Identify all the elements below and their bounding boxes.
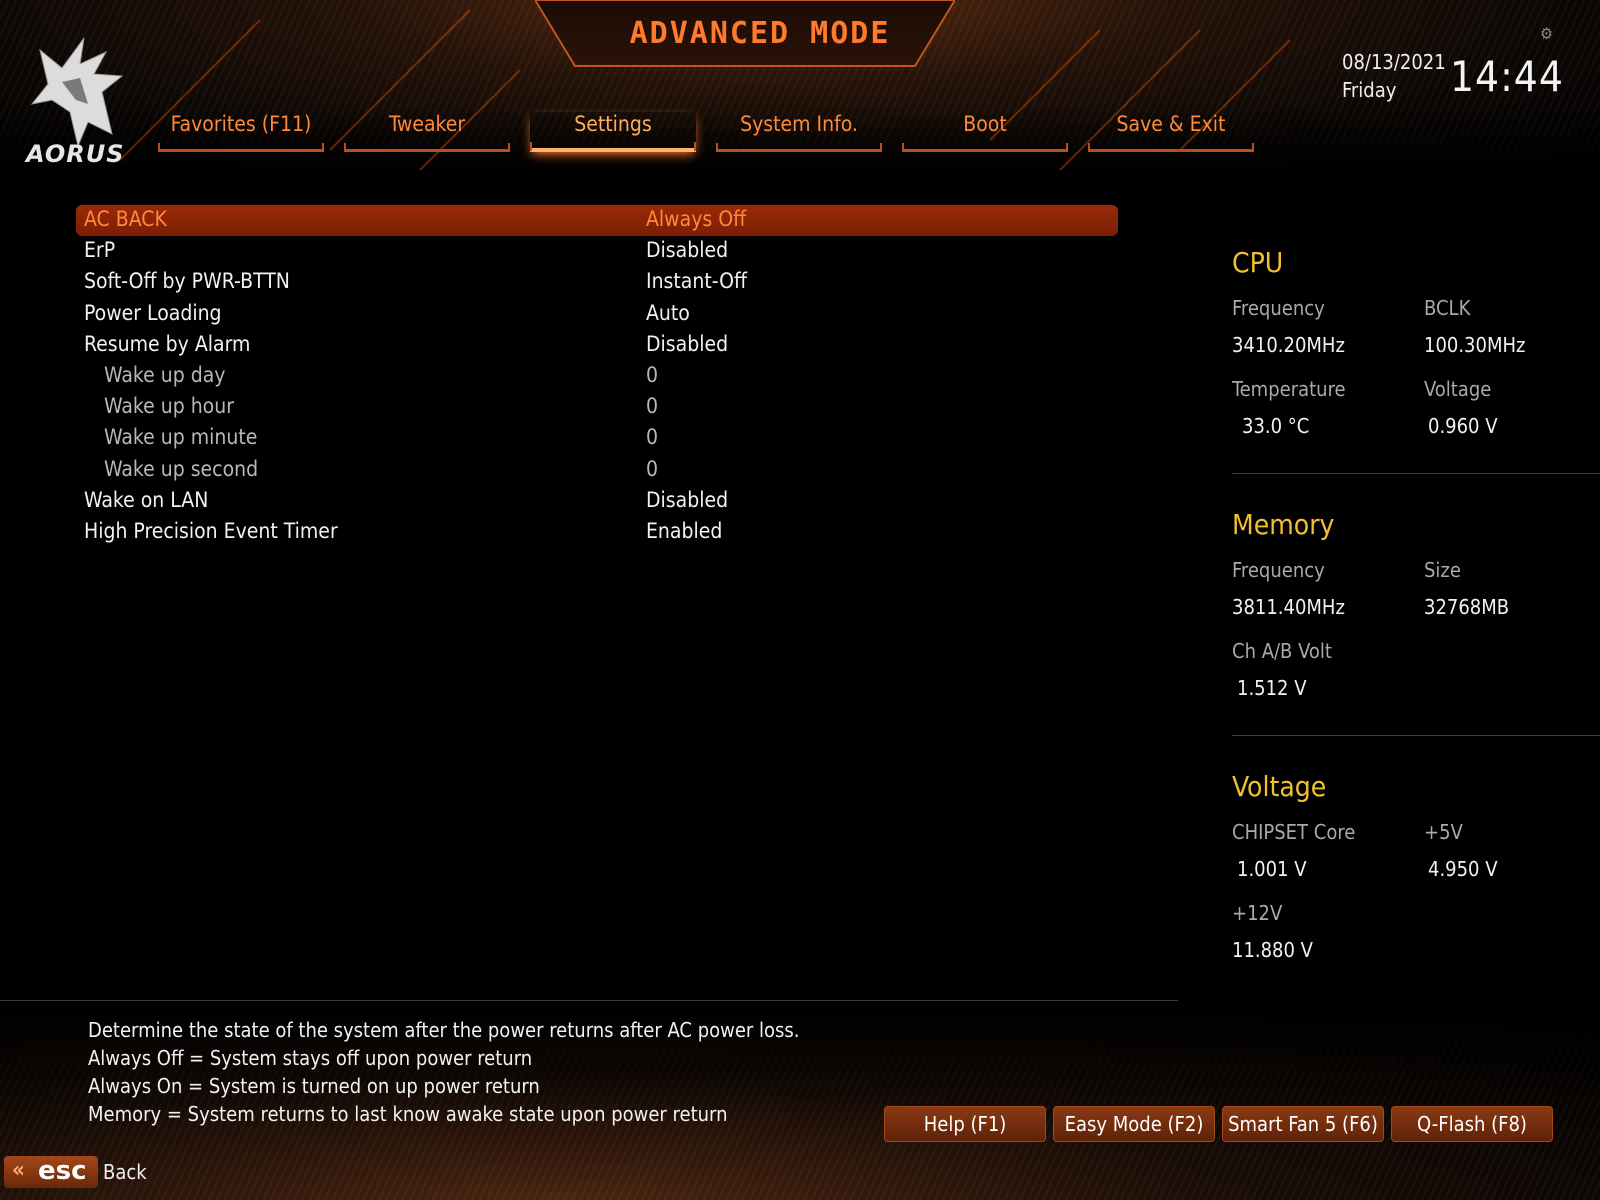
setting-value[interactable]: Enabled xyxy=(646,519,722,543)
cpu-bclk-value: 100.30MHz xyxy=(1424,333,1526,357)
setting-value[interactable]: Disabled xyxy=(646,238,728,262)
setting-row-wake-up-second: Wake up second 0 xyxy=(76,455,1118,486)
setting-value: 0 xyxy=(646,362,659,387)
setting-value[interactable]: Always Off xyxy=(646,207,746,231)
setting-row-hpet[interactable]: High Precision Event Timer Enabled xyxy=(76,517,1118,548)
plus-5v-label: +5V xyxy=(1424,820,1463,844)
memory-section-title: Memory xyxy=(1232,508,1335,541)
help-button[interactable]: Help (F1) xyxy=(884,1106,1046,1142)
panel-divider xyxy=(1232,473,1600,474)
cpu-section-title: CPU xyxy=(1232,246,1284,279)
cpu-frequency-label: Frequency xyxy=(1232,296,1325,320)
memory-chab-volt-label: Ch A/B Volt xyxy=(1232,639,1332,663)
tab-tweaker[interactable]: Tweaker xyxy=(344,112,510,152)
memory-chab-volt-value: 1.512 V xyxy=(1237,676,1307,700)
voltage-section-title: Voltage xyxy=(1232,770,1327,803)
day-display: Friday xyxy=(1342,78,1397,102)
setting-value[interactable]: Disabled xyxy=(646,488,728,512)
setting-row-ac-back[interactable]: AC BACK Always Off xyxy=(76,205,1118,237)
chipset-core-label: CHIPSET Core xyxy=(1232,820,1356,844)
page-title: ADVANCED MODE xyxy=(629,16,891,51)
setting-row-resume-by-alarm[interactable]: Resume by Alarm Disabled xyxy=(76,330,1118,361)
setting-value[interactable]: Instant-Off xyxy=(646,269,747,293)
cpu-voltage-value: 0.960 V xyxy=(1428,414,1498,438)
esc-button[interactable]: « esc xyxy=(4,1156,98,1188)
setting-label: Wake up minute xyxy=(104,425,258,450)
setting-label: Soft-Off by PWR-BTTN xyxy=(84,269,290,294)
memory-frequency-label: Frequency xyxy=(1232,558,1325,582)
q-flash-button[interactable]: Q-Flash (F8) xyxy=(1391,1106,1553,1142)
setting-label: High Precision Event Timer xyxy=(84,518,338,543)
setting-row-wake-on-lan[interactable]: Wake on LAN Disabled xyxy=(76,486,1118,517)
tab-save-exit[interactable]: Save & Exit xyxy=(1088,112,1254,152)
easy-mode-button[interactable]: Easy Mode (F2) xyxy=(1053,1106,1215,1142)
memory-size-label: Size xyxy=(1424,558,1461,582)
setting-row-wake-up-hour: Wake up hour 0 xyxy=(76,392,1118,423)
plus-12v-value: 11.880 V xyxy=(1232,938,1313,962)
tab-boot[interactable]: Boot xyxy=(902,112,1068,152)
memory-size-value: 32768MB xyxy=(1424,595,1510,619)
setting-label: ErP xyxy=(84,238,116,263)
main-tabs: Favorites (F11) Tweaker Settings System … xyxy=(158,112,1258,156)
setting-value: 0 xyxy=(646,456,659,481)
setting-label: Power Loading xyxy=(84,300,222,325)
cpu-voltage-label: Voltage xyxy=(1424,377,1492,401)
setting-row-wake-up-minute: Wake up minute 0 xyxy=(76,423,1118,454)
panel-divider xyxy=(1232,735,1600,736)
setting-row-soft-off[interactable]: Soft-Off by PWR-BTTN Instant-Off xyxy=(76,267,1118,298)
help-line: Always On = System is turned on up power… xyxy=(88,1074,540,1098)
cpu-temperature-label: Temperature xyxy=(1232,377,1346,401)
setting-label: Resume by Alarm xyxy=(84,331,251,356)
help-description: Determine the state of the system after … xyxy=(88,1016,800,1128)
double-chevron-left-icon: « xyxy=(12,1158,25,1183)
cpu-frequency-value: 3410.20MHz xyxy=(1232,333,1345,357)
setting-value: 0 xyxy=(646,425,659,450)
setting-row-wake-up-day: Wake up day 0 xyxy=(76,361,1118,392)
setting-row-erp[interactable]: ErP Disabled xyxy=(76,236,1118,267)
footer-divider xyxy=(0,1000,1178,1001)
aorus-logo-text: AORUS xyxy=(26,140,125,168)
date-display: 08/13/2021 xyxy=(1342,50,1446,74)
setting-row-power-loading[interactable]: Power Loading Auto xyxy=(76,299,1118,330)
setting-label: Wake up hour xyxy=(104,394,234,419)
plus-5v-value: 4.950 V xyxy=(1428,857,1498,881)
settings-list: AC BACK Always Off ErP Disabled Soft-Off… xyxy=(76,205,1118,548)
back-label: Back xyxy=(103,1160,147,1184)
settings-gear-icon[interactable]: ⚙ xyxy=(1540,24,1553,43)
memory-frequency-value: 3811.40MHz xyxy=(1232,595,1345,619)
plus-12v-label: +12V xyxy=(1232,901,1283,925)
smart-fan-button[interactable]: Smart Fan 5 (F6) xyxy=(1222,1106,1384,1142)
cpu-temperature-value: 33.0 °C xyxy=(1242,414,1310,438)
esc-label: esc xyxy=(38,1156,87,1186)
setting-label: Wake up day xyxy=(104,362,226,387)
chipset-core-value: 1.001 V xyxy=(1237,857,1307,881)
help-line: Determine the state of the system after … xyxy=(88,1018,800,1042)
tab-settings[interactable]: Settings xyxy=(530,112,696,152)
setting-value: 0 xyxy=(646,394,659,419)
setting-label: Wake on LAN xyxy=(84,487,209,512)
tab-favorites[interactable]: Favorites (F11) xyxy=(158,112,324,152)
tab-system-info[interactable]: System Info. xyxy=(716,112,882,152)
help-line: Always Off = System stays off upon power… xyxy=(88,1046,533,1070)
help-line: Memory = System returns to last know awa… xyxy=(88,1102,728,1126)
setting-label: AC BACK xyxy=(84,207,167,231)
setting-label: Wake up second xyxy=(104,456,259,481)
setting-value[interactable]: Disabled xyxy=(646,332,728,356)
setting-value[interactable]: Auto xyxy=(646,301,690,325)
cpu-bclk-label: BCLK xyxy=(1424,296,1471,320)
clock-display: 14:44 xyxy=(1450,52,1564,101)
